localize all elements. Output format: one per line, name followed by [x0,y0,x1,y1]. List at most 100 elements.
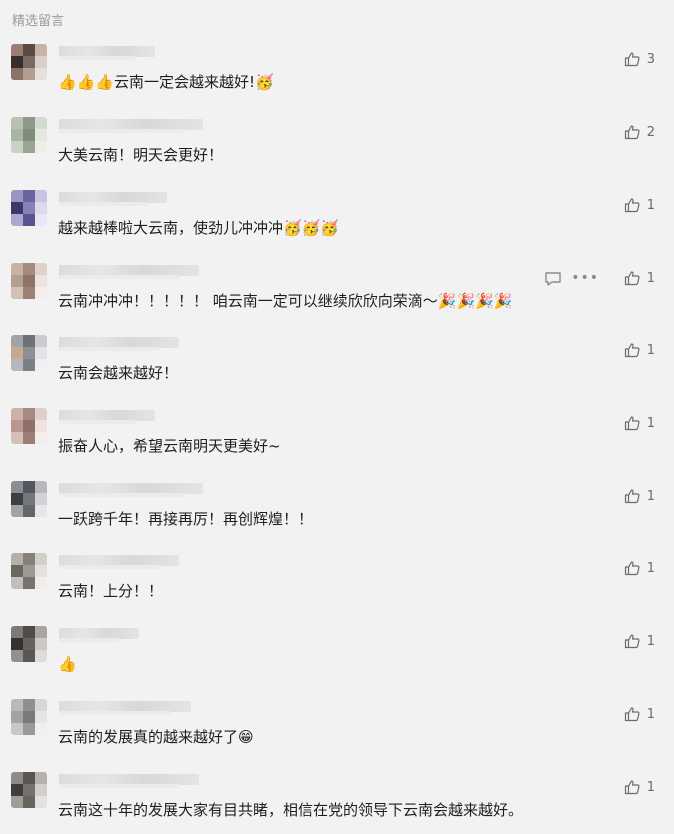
thumbs-up-icon [624,415,640,431]
avatar-mosaic-tile [11,711,23,723]
avatar-mosaic-tile [35,699,47,711]
avatar[interactable] [11,335,47,371]
avatar-mosaic-tile [35,553,47,565]
like-count: 1 [646,779,655,795]
thumbs-up-icon [624,342,640,358]
nickname-blurred-shadow [59,711,171,715]
comment-item: 云南的发展真的越来越好了😁 1 [0,699,674,771]
avatar-mosaic-tile [23,796,35,808]
avatar-mosaic-tile [35,577,47,589]
avatar-mosaic-tile [23,190,35,202]
avatar-mosaic-tile [11,287,23,299]
avatar-mosaic-tile [23,553,35,565]
comment-text: 👍👍👍云南一定会越来越好!🥳 [58,73,274,91]
nickname-blurred-shadow [59,638,119,642]
avatar-mosaic-tile [23,638,35,650]
avatar-mosaic-tile [35,68,47,80]
like-count: 1 [646,488,655,504]
like-button[interactable]: 3 [624,50,655,68]
avatar-mosaic-tile [23,723,35,735]
like-count: 1 [646,197,655,213]
avatar-mosaic-tile [23,359,35,371]
avatar[interactable] [11,263,47,299]
avatar-mosaic-tile [23,141,35,153]
avatar[interactable] [11,553,47,589]
more-dots-icon[interactable]: ••• [571,271,599,285]
avatar-mosaic-tile [35,359,47,371]
thumbs-up-icon [624,488,640,504]
avatar-mosaic-tile [11,565,23,577]
thumbs-up-icon [624,560,640,576]
comment-item: 👍 1 [0,626,674,698]
comment-text: 一跃跨千年！再接再厉！再创辉煌！！ [58,510,314,528]
like-button[interactable]: 1 [624,778,655,796]
avatar-mosaic-tile [23,202,35,214]
avatar-mosaic-tile [11,699,23,711]
avatar[interactable] [11,481,47,517]
avatar-mosaic-tile [11,723,23,735]
like-count: 1 [646,706,655,722]
avatar-mosaic-tile [11,263,23,275]
comment-reply-icon[interactable] [544,271,562,291]
avatar-mosaic-tile [11,347,23,359]
like-button[interactable]: 1 [624,487,655,505]
avatar-mosaic-tile [35,711,47,723]
avatar-mosaic-tile [23,650,35,662]
like-button[interactable]: 1 [624,632,655,650]
avatar[interactable] [11,117,47,153]
avatar-mosaic-tile [23,420,35,432]
avatar-mosaic-tile [35,275,47,287]
avatar-mosaic-tile [23,347,35,359]
avatar[interactable] [11,626,47,662]
avatar-mosaic-tile [23,214,35,226]
like-button[interactable]: 1 [624,269,655,287]
like-button[interactable]: 1 [624,559,655,577]
like-count: 1 [646,342,655,358]
like-button[interactable]: 2 [624,123,655,141]
avatar-mosaic-tile [23,68,35,80]
avatar-mosaic-tile [11,784,23,796]
nickname-blurred-shadow [59,56,135,60]
avatar-mosaic-tile [35,202,47,214]
nickname-blurred-shadow [59,347,159,351]
thumbs-up-icon [624,633,640,649]
comment-text: 👍 [58,655,77,673]
like-button[interactable]: 1 [624,414,655,432]
avatar[interactable] [11,190,47,226]
avatar-mosaic-tile [11,638,23,650]
nickname-blurred-shadow [59,493,183,497]
comment-item: 振奋人心，希望云南明天更美好~ 1 [0,408,674,480]
avatar-mosaic-tile [11,214,23,226]
avatar-mosaic-tile [11,553,23,565]
avatar[interactable] [11,699,47,735]
comment-text: 云南冲冲冲！！！！！ 咱云南一定可以继续欣欣向荣滴～🎉🎉🎉🎉 [58,292,513,310]
like-count: 1 [646,560,655,576]
avatar-mosaic-tile [35,796,47,808]
avatar-mosaic-tile [23,287,35,299]
avatar-mosaic-tile [23,565,35,577]
avatar-mosaic-tile [23,275,35,287]
avatar-mosaic-tile [35,565,47,577]
avatar[interactable] [11,44,47,80]
like-count: 1 [646,415,655,431]
comment-item: 云南冲冲冲！！！！！ 咱云南一定可以继续欣欣向荣滴～🎉🎉🎉🎉 ••• 1 [0,263,674,335]
like-button[interactable]: 1 [624,705,655,723]
like-button[interactable]: 1 [624,196,655,214]
avatar-mosaic-tile [35,408,47,420]
thumbs-up-icon [624,124,640,140]
nickname-blurred-shadow [59,784,179,788]
avatar-mosaic-tile [35,784,47,796]
avatar-mosaic-tile [35,335,47,347]
avatar[interactable] [11,772,47,808]
like-count: 3 [646,51,655,67]
comment-item: 大美云南！明天会更好！ 2 [0,117,674,189]
avatar-mosaic-tile [23,117,35,129]
avatar-mosaic-tile [35,420,47,432]
avatar-mosaic-tile [23,699,35,711]
like-button[interactable]: 1 [624,341,655,359]
avatar[interactable] [11,408,47,444]
avatar-mosaic-tile [35,117,47,129]
avatar-mosaic-tile [23,505,35,517]
comment-item: 👍👍👍云南一定会越来越好!🥳 3 [0,44,674,116]
comment-item: 云南会越来越好！ 1 [0,335,674,407]
